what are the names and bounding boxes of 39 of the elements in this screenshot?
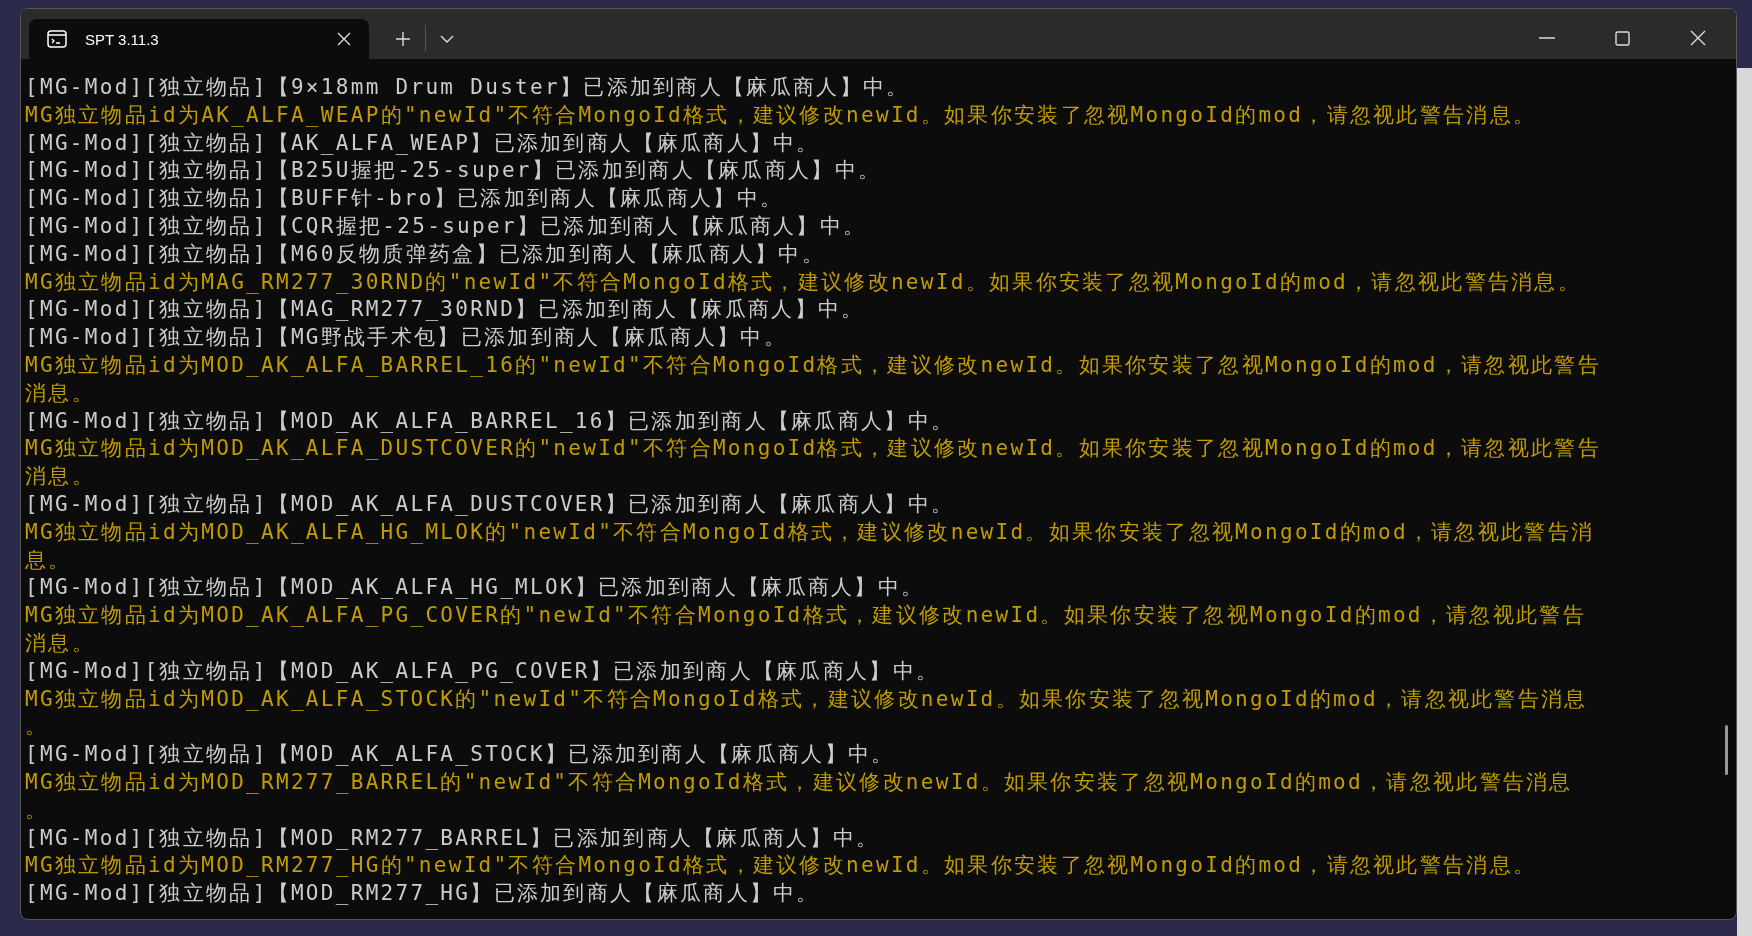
new-tab-icon[interactable] [395,31,411,47]
warning-line: 息。 [25,546,72,574]
maximize-icon[interactable] [1615,30,1630,46]
log-line: [MG-Mod][独立物品]【MG野战手术包】已添加到商人【麻瓜商人】中。 [25,324,787,352]
warning-line: 消息。 [25,629,95,657]
warning-line: MG独立物品id为MOD_AK_ALFA_STOCK的"newId"不符合MongoId格式，建议修改newId。如果你安装了忽视MongoId的mod，请忽视此警告消息 [25,685,1588,713]
tab-title: SPT 3.11.3 [85,30,160,48]
warning-line: MG独立物品id为MOD_AK_ALFA_PG_COVER的"newId"不符合MongoId格式，建议修改newId。如果你安装了忽视MongoId的mod，请忽视此警告 [25,602,1586,630]
warning-line: 。 [25,796,49,824]
log-line: [MG-Mod][独立物品]【MAG_RM277_30RND】已添加到商人【麻瓜商人】中。 [25,296,865,324]
terminal-icon [47,30,67,48]
warning-line: MG独立物品id为MOD_AK_ALFA_BARREL_16的"newId"不符合MongoId格式，建议修改newId。如果你安装了忽视MongoId的mod，请忽视此警告 [25,351,1601,379]
warning-line: MG独立物品id为MOD_RM277_HG的"newId"不符合MongoId格式，建议修改newId。如果你安装了忽视MongoId的mod，请忽视此警告消息。 [25,852,1537,880]
log-line: [MG-Mod][独立物品]【BUFF针-bro】已添加到商人【麻瓜商人】中。 [25,185,784,213]
log-line: [MG-Mod][独立物品]【B25U握把-25-super】已添加到商人【麻瓜商人】中。 [25,157,882,185]
log-line: [MG-Mod][独立物品]【MOD_AK_ALFA_BARREL_16】已添加到商人【麻瓜商人】中。 [25,407,955,435]
close-tab-icon[interactable] [337,32,351,46]
warning-line: 消息。 [25,379,95,407]
log-line: [MG-Mod][独立物品]【MOD_AK_ALFA_HG_MLOK】已添加到商人【麻瓜商人】中。 [25,574,925,602]
close-icon[interactable] [1690,30,1706,46]
log-line: [MG-Mod][独立物品]【9×18mm Drum Duster】已添加到商人【麻瓜商人】中。 [25,74,910,101]
warning-line: MG独立物品id为MAG_RM277_30RND的"newId"不符合MongoId格式，建议修改newId。如果你安装了忽视MongoId的mod，请忽视此警告消息。 [25,268,1582,296]
scrollbar-thumb[interactable] [1725,725,1728,775]
log-line: [MG-Mod][独立物品]【MOD_RM277_BARREL】已添加到商人【麻瓜商人】中。 [25,824,880,852]
log-line: [MG-Mod][独立物品]【MOD_AK_ALFA_DUSTCOVER】已添加到商人【麻瓜商人】中。 [25,490,955,518]
warning-line: MG独立物品id为MOD_RM277_BARREL的"newId"不符合MongoId格式，建议修改newId。如果你安装了忽视MongoId的mod，请忽视此警告消息 [25,768,1573,796]
log-line: [MG-Mod][独立物品]【MOD_AK_ALFA_PG_COVER】已添加到商人【麻瓜商人】中。 [25,657,940,685]
warning-line: 消息。 [25,463,95,491]
warning-line: MG独立物品id为MOD_AK_ALFA_DUSTCOVER的"newId"不符合MongoId格式，建议修改newId。如果你安装了忽视MongoId的mod，请忽视此警告 [25,435,1601,463]
terminal-tab[interactable]: SPT 3.11.3 [29,19,369,59]
log-line: [MG-Mod][独立物品]【AK_ALFA_WEAP】已添加到商人【麻瓜商人】中。 [25,129,820,157]
warning-line: 。 [25,713,49,741]
log-line: [MG-Mod][独立物品]【M60反物质弹药盒】已添加到商人【麻瓜商人】中。 [25,240,826,268]
warning-line: MG独立物品id为MOD_AK_ALFA_HG_MLOK的"newId"不符合MongoId格式，建议修改newId。如果你安装了忽视MongoId的mod，请忽视此警告消 [25,518,1595,546]
dropdown-caret-icon[interactable] [440,35,454,43]
log-line: [MG-Mod][独立物品]【CQR握把-25-super】已添加到商人【麻瓜商人】中。 [25,213,867,240]
log-line: [MG-Mod][独立物品]【MOD_RM277_HG】已添加到商人【麻瓜商人】中。 [25,880,820,908]
log-line: [MG-Mod][独立物品]【MOD_AK_ALFA_STOCK】已添加到商人【麻瓜商人】中。 [25,741,895,769]
warning-line: MG独立物品id为AK_ALFA_WEAP的"newId"不符合MongoId格式，建议修改newId。如果你安装了忽视MongoId的mod，请忽视此警告消息。 [25,101,1537,129]
